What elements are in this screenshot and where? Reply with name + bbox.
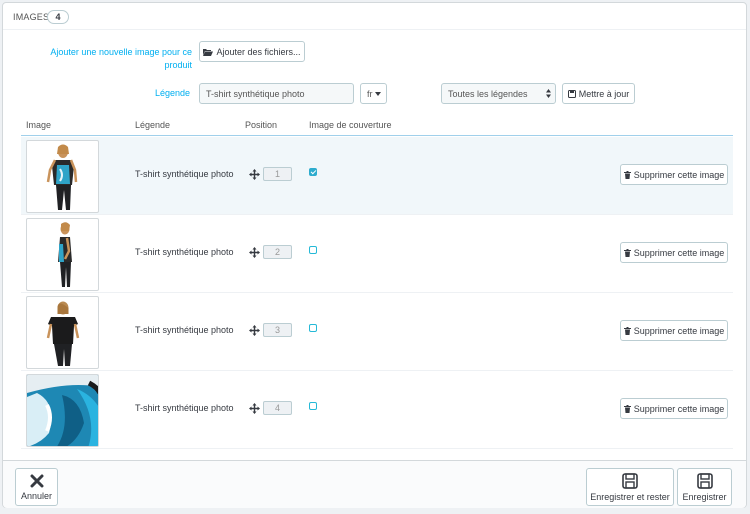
move-icon[interactable] — [249, 325, 260, 336]
position-input: 1 — [263, 167, 292, 181]
images-panel: Images 4 Ajouter une nouvelle image pour… — [2, 2, 747, 508]
image-caption: T-shirt synthétique photo — [135, 403, 234, 413]
col-image: Image — [26, 120, 52, 130]
trash-icon — [623, 248, 631, 257]
cover-checkbox[interactable] — [309, 246, 317, 254]
image-count-badge: 4 — [47, 10, 69, 24]
delete-image-button[interactable]: Supprimer cette image — [620, 242, 728, 263]
product-thumbnail[interactable] — [26, 140, 99, 213]
save-and-stay-button[interactable]: Enregistrer et rester — [586, 468, 674, 506]
delete-label: Supprimer cette image — [633, 325, 725, 336]
fabric-closeup-image — [27, 375, 98, 446]
image-caption: T-shirt synthétique photo — [135, 325, 234, 335]
panel-heading: Images 4 — [3, 3, 746, 30]
delete-label: Supprimer cette image — [633, 403, 725, 414]
col-position: Position — [245, 120, 278, 130]
delete-image-button[interactable]: Supprimer cette image — [620, 164, 728, 185]
caret-down-icon — [374, 91, 381, 96]
cover-checkbox[interactable] — [309, 402, 317, 410]
save-icon — [622, 472, 638, 489]
legend-scope-select[interactable]: Toutes les légendes — [441, 83, 556, 104]
save-and-stay-label: Enregistrer et rester — [590, 491, 670, 502]
move-icon[interactable] — [249, 247, 260, 258]
table-row: T-shirt synthétique photo 4 Supprimer ce… — [21, 371, 733, 449]
table-row: T-shirt synthétique photo 1 Supprimer ce… — [21, 137, 733, 215]
save-label: Enregistrer — [682, 491, 727, 502]
delete-image-button[interactable]: Supprimer cette image — [620, 398, 728, 419]
add-image-label: Ajouter une nouvelle image pour ce produ… — [50, 47, 192, 70]
select-arrows-icon — [546, 89, 551, 98]
col-legend: Légende — [135, 120, 171, 130]
folder-open-icon — [203, 48, 214, 56]
update-label: Mettre à jour — [578, 88, 630, 99]
trash-icon — [623, 404, 631, 413]
cover-checkbox[interactable] — [309, 168, 317, 176]
move-icon[interactable] — [249, 169, 260, 180]
table-header: Image Légende Position Image de couvertu… — [21, 120, 733, 136]
position-input: 2 — [263, 245, 292, 259]
language-label: fr — [367, 88, 373, 99]
cover-checkbox[interactable] — [309, 324, 317, 332]
delete-label: Supprimer cette image — [633, 169, 725, 180]
col-cover: Image de couverture — [309, 120, 392, 130]
save-icon — [696, 472, 713, 489]
cancel-button[interactable]: Annuler — [15, 468, 58, 506]
product-thumbnail[interactable] — [26, 296, 99, 369]
legend-scope-value: Toutes les légendes — [448, 88, 528, 99]
save-button[interactable]: Enregistrer — [677, 468, 732, 506]
cancel-label: Annuler — [20, 490, 53, 501]
delete-image-button[interactable]: Supprimer cette image — [620, 320, 728, 341]
add-files-label: Ajouter des fichiers... — [216, 46, 301, 57]
tshirt-side-image — [58, 222, 72, 287]
tshirt-back-image — [46, 301, 80, 366]
product-thumbnail[interactable] — [26, 218, 99, 291]
panel-title: Images — [13, 12, 50, 22]
tshirt-front-image — [46, 144, 78, 210]
add-files-button[interactable]: Ajouter des fichiers... — [199, 41, 305, 62]
image-caption: T-shirt synthétique photo — [135, 247, 234, 257]
table-row: T-shirt synthétique photo 3 Supprimer ce… — [21, 293, 733, 371]
position-input: 4 — [263, 401, 292, 415]
panel-footer: Annuler Enregistrer et rester Enregistre… — [3, 460, 746, 508]
update-button[interactable]: Mettre à jour — [562, 83, 635, 104]
save-icon — [567, 89, 576, 98]
product-thumbnail[interactable] — [26, 374, 99, 447]
legend-input[interactable]: T-shirt synthétique photo — [199, 83, 354, 104]
close-icon — [30, 474, 43, 487]
image-caption: T-shirt synthétique photo — [135, 169, 234, 179]
position-input: 3 — [263, 323, 292, 337]
delete-label: Supprimer cette image — [633, 247, 725, 258]
legend-label: Légende — [154, 88, 190, 98]
trash-icon — [623, 326, 631, 335]
language-dropdown[interactable]: fr — [360, 83, 387, 104]
move-icon[interactable] — [249, 403, 260, 414]
table-row: T-shirt synthétique photo 2 Supprimer ce… — [21, 215, 733, 293]
trash-icon — [623, 170, 631, 179]
